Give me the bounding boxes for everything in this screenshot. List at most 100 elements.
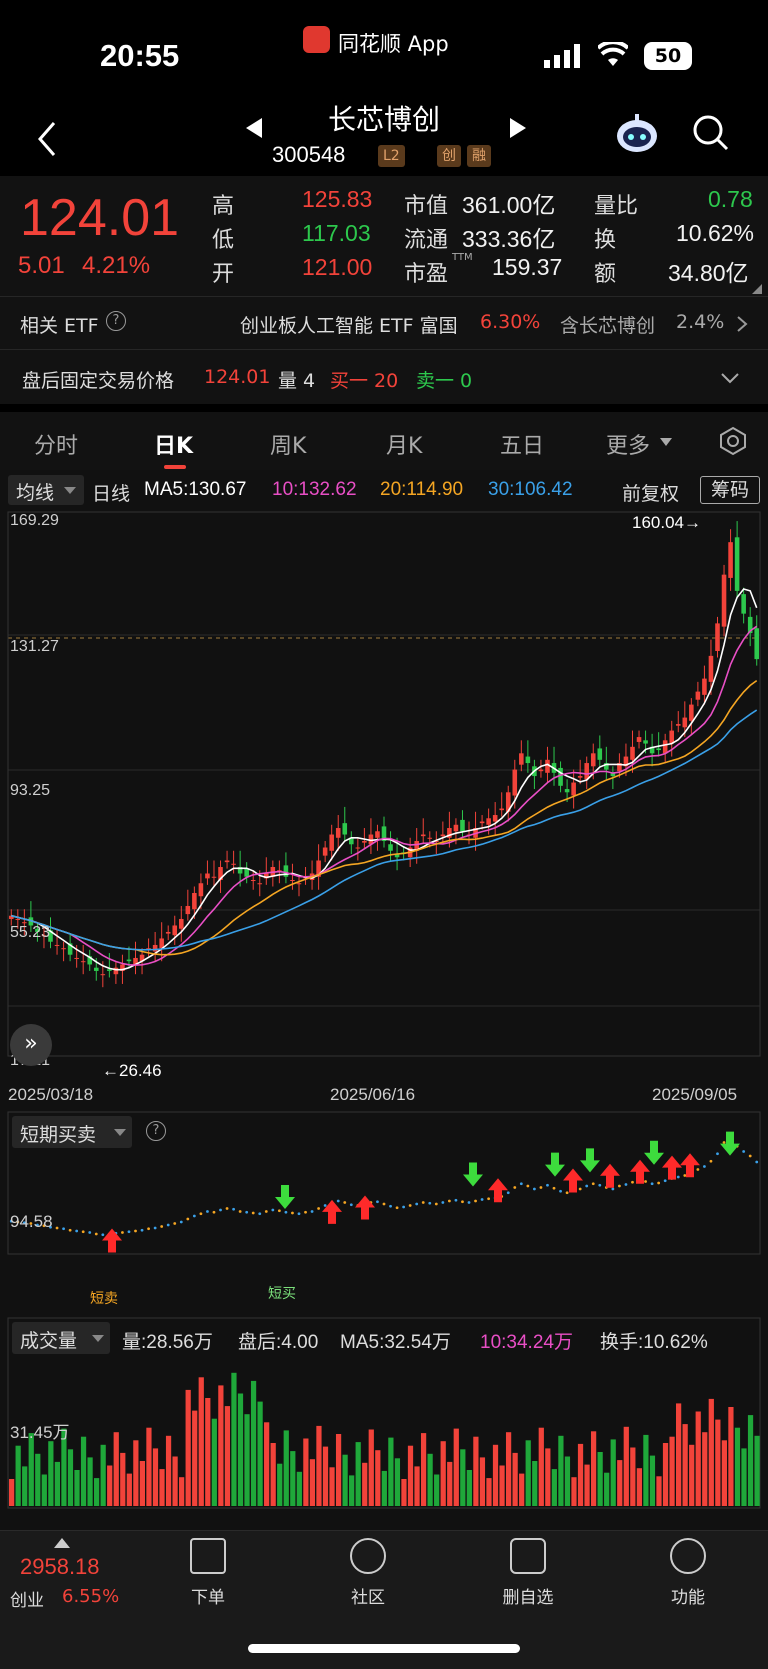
candle bbox=[172, 925, 178, 936]
volume-bar bbox=[205, 1398, 211, 1506]
volume-bar bbox=[434, 1474, 440, 1506]
indicator-dot bbox=[140, 1228, 144, 1232]
settings-icon[interactable] bbox=[718, 426, 748, 456]
function-button[interactable]: 功能 bbox=[648, 1583, 728, 1608]
volume-bar bbox=[577, 1443, 584, 1506]
ma-type-label: 均线 bbox=[16, 482, 55, 504]
volume-bar bbox=[440, 1441, 446, 1506]
community-icon[interactable] bbox=[350, 1538, 386, 1574]
price-tick: 93.25 bbox=[10, 782, 51, 799]
etf-row[interactable]: 相关 ETF ? 创业板人工智能 ETF 富国 6.30% 含长芯博创 2.4% bbox=[0, 297, 768, 349]
candle bbox=[734, 537, 740, 591]
indicator-dot bbox=[709, 1159, 713, 1163]
chips-button[interactable]: 筹码 bbox=[700, 476, 760, 504]
prev-stock-icon[interactable] bbox=[244, 116, 264, 140]
ma-type-selector[interactable]: 均线 bbox=[8, 475, 84, 505]
tab-monthly-k[interactable]: 月K bbox=[386, 428, 422, 460]
remove-watchlist-icon[interactable] bbox=[510, 1538, 546, 1574]
candle bbox=[224, 860, 230, 863]
volume-selector[interactable]: 成交量 bbox=[12, 1322, 110, 1354]
volume-bar bbox=[662, 1443, 669, 1506]
volume-bar bbox=[28, 1433, 34, 1506]
expand-corner-icon[interactable] bbox=[752, 284, 762, 294]
indicator-selector[interactable]: 短期买卖 bbox=[12, 1116, 132, 1148]
function-icon[interactable] bbox=[670, 1538, 706, 1574]
indicator-dot bbox=[506, 1191, 510, 1195]
date-tick: 2025/03/18 bbox=[8, 1085, 94, 1104]
candle bbox=[689, 704, 694, 721]
indicator-dot bbox=[153, 1226, 157, 1230]
candle bbox=[519, 753, 524, 765]
volume-bar bbox=[94, 1478, 100, 1506]
tab-weekly-k[interactable]: 周K bbox=[270, 428, 306, 460]
volume-bar bbox=[237, 1393, 244, 1506]
candle bbox=[165, 931, 171, 934]
order-icon[interactable] bbox=[190, 1538, 226, 1574]
indicator-dot bbox=[88, 1231, 92, 1234]
indicator-dot bbox=[434, 1202, 438, 1206]
date-tick: 2025/06/16 bbox=[330, 1085, 416, 1104]
volume-bar bbox=[747, 1415, 754, 1506]
candle bbox=[636, 737, 642, 742]
index-value[interactable]: 2958.18 bbox=[20, 1554, 100, 1580]
volume-bar bbox=[335, 1434, 342, 1506]
indicator-dot bbox=[487, 1197, 491, 1201]
search-icon[interactable] bbox=[692, 114, 730, 152]
candle bbox=[211, 876, 217, 878]
indicator-dot bbox=[225, 1207, 229, 1210]
home-indicator[interactable] bbox=[248, 1644, 520, 1653]
next-stock-icon[interactable] bbox=[508, 116, 528, 140]
indicator-dot bbox=[121, 1231, 124, 1234]
candle bbox=[512, 769, 518, 796]
remove-watchlist-button[interactable]: 删自选 bbox=[488, 1583, 568, 1608]
tab-daily-k[interactable]: 日K bbox=[154, 428, 193, 460]
back-icon[interactable] bbox=[36, 120, 58, 158]
indicator-dot bbox=[539, 1186, 543, 1189]
adjust-mode[interactable]: 前复权 bbox=[622, 479, 679, 506]
tab-intraday[interactable]: 分时 bbox=[34, 428, 78, 460]
community-button[interactable]: 社区 bbox=[328, 1583, 408, 1608]
volume-bar bbox=[420, 1433, 427, 1506]
volume-bar bbox=[277, 1463, 283, 1506]
clock: 20:55 bbox=[100, 38, 180, 73]
robot-assistant-icon[interactable] bbox=[614, 112, 660, 156]
expand-sidebar-icon[interactable]: » bbox=[10, 1024, 52, 1066]
volume-bar bbox=[466, 1470, 472, 1506]
vol-ma10: 10:34.24万 bbox=[480, 1332, 573, 1353]
volume-bar bbox=[427, 1453, 433, 1506]
pe-value: 159.37 bbox=[492, 254, 563, 280]
indicator-dot bbox=[454, 1198, 458, 1202]
volume-bar bbox=[172, 1456, 178, 1506]
indicator-dot bbox=[382, 1202, 386, 1206]
chart-area[interactable] bbox=[0, 470, 768, 1530]
after-hours-row[interactable]: 盘后固定交易价格 124.01 量 4 买一 20 卖一 0 bbox=[0, 350, 768, 404]
chevron-down-icon[interactable] bbox=[720, 372, 740, 384]
help-icon[interactable]: ? bbox=[106, 311, 126, 331]
turnover-value: 10.62% bbox=[676, 220, 755, 246]
volume-bar bbox=[113, 1432, 119, 1506]
indicator-dot bbox=[683, 1174, 687, 1177]
order-button[interactable]: 下单 bbox=[168, 1583, 248, 1608]
volume-bar bbox=[22, 1466, 28, 1506]
index-pct: 6.55% bbox=[62, 1586, 120, 1607]
volume-bar bbox=[630, 1447, 636, 1506]
period-label: 日线 bbox=[92, 484, 131, 505]
period-tabs bbox=[0, 412, 768, 470]
volume-bar bbox=[499, 1465, 505, 1506]
candle bbox=[244, 868, 249, 877]
help-icon[interactable]: ? bbox=[146, 1121, 166, 1141]
price-change-pct: 4.21% bbox=[82, 252, 151, 279]
price-tick: 131.27 bbox=[10, 638, 59, 655]
tab-more[interactable]: 更多 bbox=[606, 428, 650, 460]
indicator-dot bbox=[748, 1154, 752, 1158]
ma30-value: 30:106.42 bbox=[488, 479, 573, 500]
tab-five-day[interactable]: 五日 bbox=[500, 428, 544, 460]
candle bbox=[682, 717, 688, 728]
kline-chart[interactable] bbox=[0, 470, 768, 1530]
indicator-dot bbox=[585, 1184, 589, 1188]
volume-bar bbox=[721, 1440, 727, 1506]
volume-bar bbox=[349, 1475, 355, 1506]
volume-bar bbox=[290, 1451, 296, 1506]
candle bbox=[590, 753, 596, 767]
indicator-dot bbox=[284, 1210, 288, 1214]
